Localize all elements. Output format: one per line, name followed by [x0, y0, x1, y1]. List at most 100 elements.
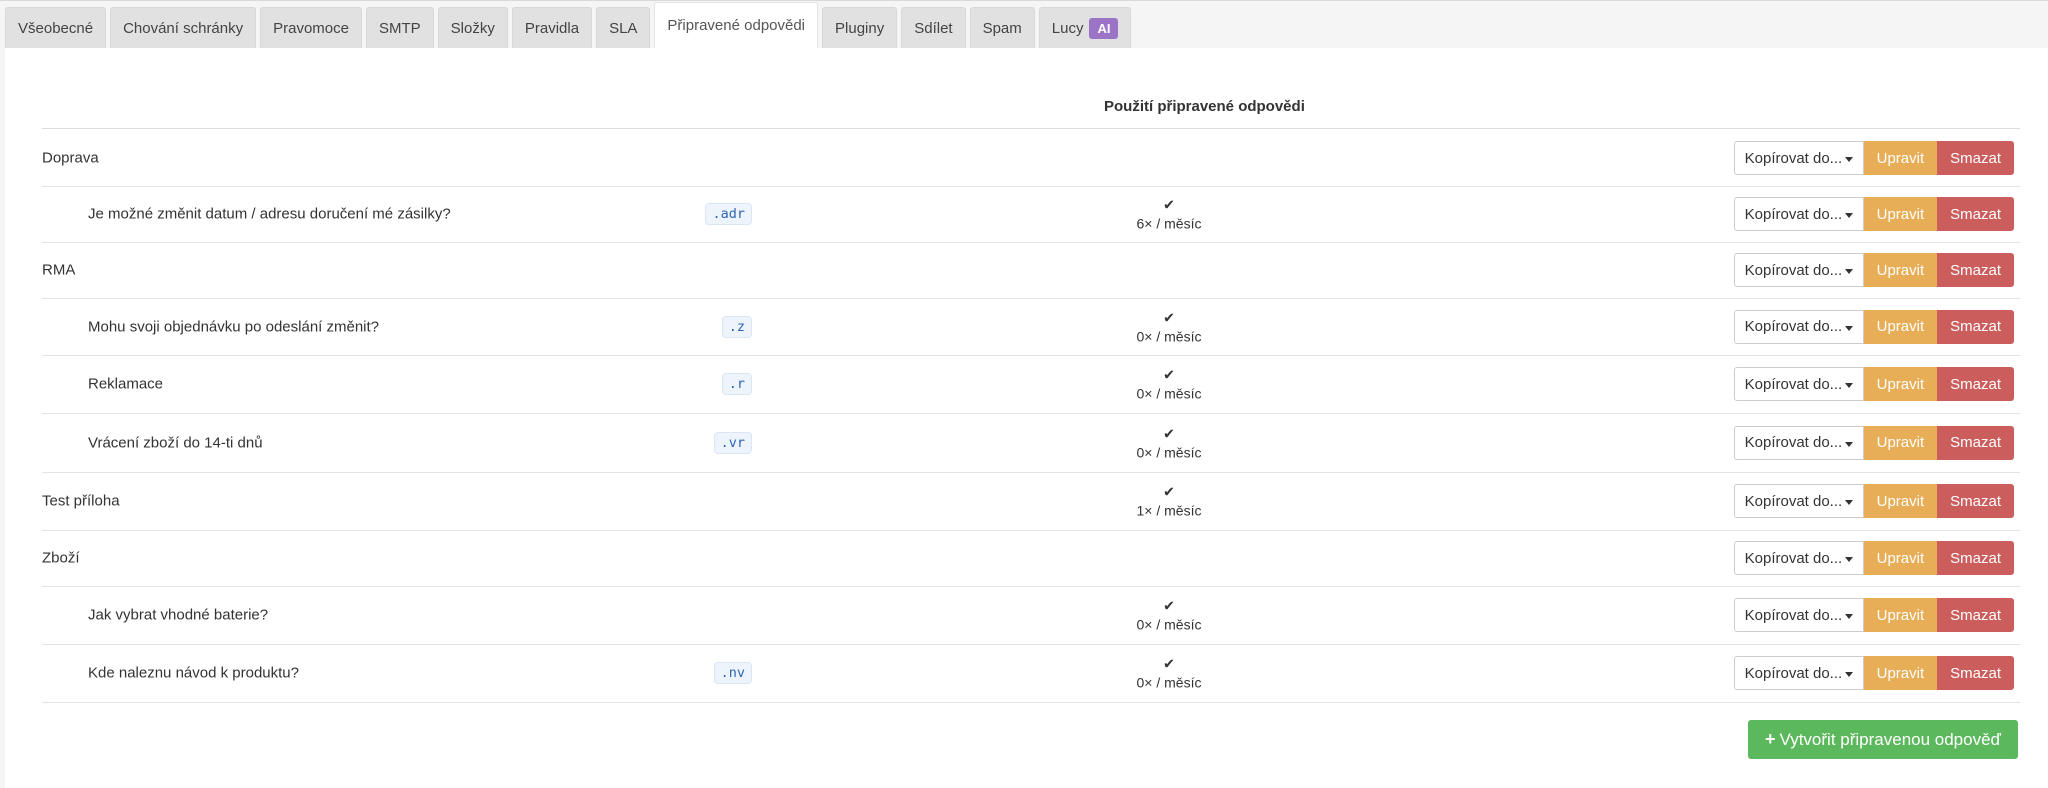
create-canned-response-button[interactable]: + Vytvořit připravenou odpověď [1748, 720, 2018, 759]
delete-button[interactable]: Smazat [1937, 484, 2014, 518]
copy-label: Kopírovat do... [1744, 492, 1843, 510]
tab-label: Složky [450, 19, 495, 37]
copy-label: Kopírovat do... [1744, 434, 1843, 451]
copy-to-dropdown[interactable]: Kopírovat do... [1733, 656, 1864, 690]
copy-to-dropdown[interactable]: Kopírovat do... [1733, 484, 1864, 518]
edit-button[interactable]: Upravit [1863, 656, 1938, 690]
response-row: Vrácení zboží do 14-ti dnů .vr ✔ 0× / měsíc… [42, 413, 2020, 473]
row-actions: Kopírovat do... Upravit Smazat [1733, 425, 2014, 460]
copy-to-dropdown[interactable]: Kopírovat do... [1733, 425, 1864, 460]
edit-button[interactable]: Upravit [1863, 598, 1938, 632]
copy-to-dropdown[interactable]: Kopírovat do... [1733, 197, 1864, 231]
category-row: Test příloha ✔ 1× / měsíc Kopírovat do... Up… [42, 472, 2020, 531]
response-name: Kde naleznu návod k produktu? [88, 664, 299, 682]
response-name: Reklamace [88, 375, 164, 393]
caret-down-icon [1844, 441, 1853, 447]
check-icon: ✔ [1163, 196, 1175, 213]
tab-label: Spam [982, 19, 1022, 37]
caret-down-icon [1844, 213, 1853, 218]
tab-5[interactable]: Pravidla [511, 7, 593, 48]
delete-button[interactable]: Smazat [1937, 197, 2014, 231]
delete-button[interactable]: Smazat [1937, 309, 2014, 344]
category-name: RMA [42, 261, 76, 279]
tab-2[interactable]: Pravomoce [260, 7, 362, 48]
tab-10[interactable]: Spam [969, 7, 1035, 48]
tab-label: Pravomoce [273, 19, 349, 37]
tab-3[interactable]: SMTP [366, 7, 434, 48]
copy-label: Kopírovat do... [1744, 261, 1843, 279]
tab-6[interactable]: SLA [596, 7, 651, 48]
usage-count: 0× / měsíc [1136, 674, 1202, 691]
edit-button[interactable]: Upravit [1863, 425, 1938, 460]
delete-button[interactable]: Smazat [1937, 541, 2014, 575]
row-actions: Kopírovat do... Upravit Smazat [1733, 253, 2014, 287]
copy-to-dropdown[interactable]: Kopírovat do... [1733, 141, 1864, 175]
response-row: Mohu svoji objednávku po odeslání změnit… [42, 298, 2020, 356]
edit-button[interactable]: Upravit [1863, 309, 1938, 344]
response-row: Reklamace .r ✔ 0× / měsíc Kopírovat do... Upr… [42, 355, 2020, 414]
edit-button[interactable]: Upravit [1863, 253, 1938, 287]
edit-button[interactable]: Upravit [1863, 541, 1938, 575]
tab-1[interactable]: Chování schránky [110, 7, 257, 48]
create-button-label: Vytvořit připravenou odpověď [1779, 729, 2002, 749]
copy-to-dropdown[interactable]: Kopírovat do... [1733, 598, 1864, 632]
tab-label: Pravidla [524, 19, 580, 37]
caret-down-icon [1844, 614, 1853, 619]
usage-cell: ✔ 0× / měsíc [1134, 656, 1204, 691]
delete-button[interactable]: Smazat [1937, 253, 2014, 287]
delete-button[interactable]: Smazat [1937, 656, 2014, 690]
edit-button[interactable]: Upravit [1863, 484, 1938, 518]
delete-button[interactable]: Smazat [1937, 141, 2014, 175]
copy-to-dropdown[interactable]: Kopírovat do... [1733, 309, 1864, 344]
row-actions: Kopírovat do... Upravit Smazat [1733, 598, 2014, 632]
category-row: Zboží Kopírovat do... Upravit Smazat [42, 530, 2020, 587]
tab-label: Lucy [1051, 19, 1084, 37]
delete-button[interactable]: Smazat [1937, 598, 2014, 632]
copy-label: Kopírovat do... [1744, 318, 1843, 335]
copy-label: Kopírovat do... [1744, 375, 1843, 393]
copy-to-dropdown[interactable]: Kopírovat do... [1733, 253, 1864, 287]
response-row: Je možné změnit datum / adresu doručení … [42, 186, 2020, 243]
response-name: Je možné změnit datum / adresu doručení … [88, 205, 451, 223]
tab-label: Všeobecné [18, 19, 94, 37]
tab-0[interactable]: Všeobecné [5, 7, 107, 48]
caret-down-icon [1844, 269, 1853, 274]
shortcut-tag: .r [721, 373, 752, 395]
row-actions: Kopírovat do... Upravit Smazat [1733, 484, 2014, 518]
copy-to-dropdown[interactable]: Kopírovat do... [1733, 541, 1864, 575]
usage-count: 0× / měsíc [1136, 444, 1202, 460]
shortcut-tag: .adr [705, 203, 752, 225]
copy-label: Kopírovat do... [1744, 606, 1843, 624]
category-name: Zboží [42, 549, 80, 567]
delete-button[interactable]: Smazat [1937, 425, 2014, 460]
edit-button[interactable]: Upravit [1863, 141, 1938, 175]
tab-9[interactable]: Sdílet [901, 7, 966, 48]
usage-count: 0× / měsíc [1136, 616, 1202, 633]
plus-icon: + [1764, 729, 1776, 749]
category-name: Doprava [42, 149, 99, 167]
edit-button[interactable]: Upravit [1863, 367, 1938, 401]
ai-badge: AI [1089, 17, 1119, 39]
row-actions: Kopírovat do... Upravit Smazat [1733, 309, 2014, 344]
usage-cell: ✔ 6× / měsíc [1134, 197, 1204, 232]
settings-tabs: Všeobecné Chování schránky Pravomoce SMTP Sl… [0, 1, 2048, 48]
tab-4[interactable]: Složky [437, 7, 508, 48]
edit-button[interactable]: Upravit [1863, 197, 1938, 231]
tab-11[interactable]: Lucy AI [1038, 7, 1132, 48]
row-actions: Kopírovat do... Upravit Smazat [1733, 541, 2014, 575]
response-row: Kde naleznu návod k produktu? .nv ✔ 0× / mě… [42, 644, 2020, 703]
response-name: Vrácení zboží do 14-ti dnů [88, 434, 263, 451]
copy-to-dropdown[interactable]: Kopírovat do... [1733, 367, 1864, 401]
tab-8[interactable]: Pluginy [822, 7, 898, 48]
tab-7[interactable]: Připravené odpovědi [654, 2, 819, 48]
response-row: Jak vybrat vhodné baterie? ✔ 0× / měsíc Kop… [42, 586, 2020, 645]
category-row: RMA Kopírovat do... Upravit Smazat [42, 242, 2020, 299]
check-icon: ✔ [1163, 655, 1175, 672]
check-icon: ✔ [1163, 483, 1175, 500]
copy-label: Kopírovat do... [1744, 149, 1843, 167]
delete-button[interactable]: Smazat [1937, 367, 2014, 401]
response-name: Jak vybrat vhodné baterie? [88, 606, 269, 624]
row-actions: Kopírovat do... Upravit Smazat [1733, 367, 2014, 401]
tab-label: Sdílet [914, 19, 953, 37]
usage-count: 1× / měsíc [1136, 502, 1202, 519]
